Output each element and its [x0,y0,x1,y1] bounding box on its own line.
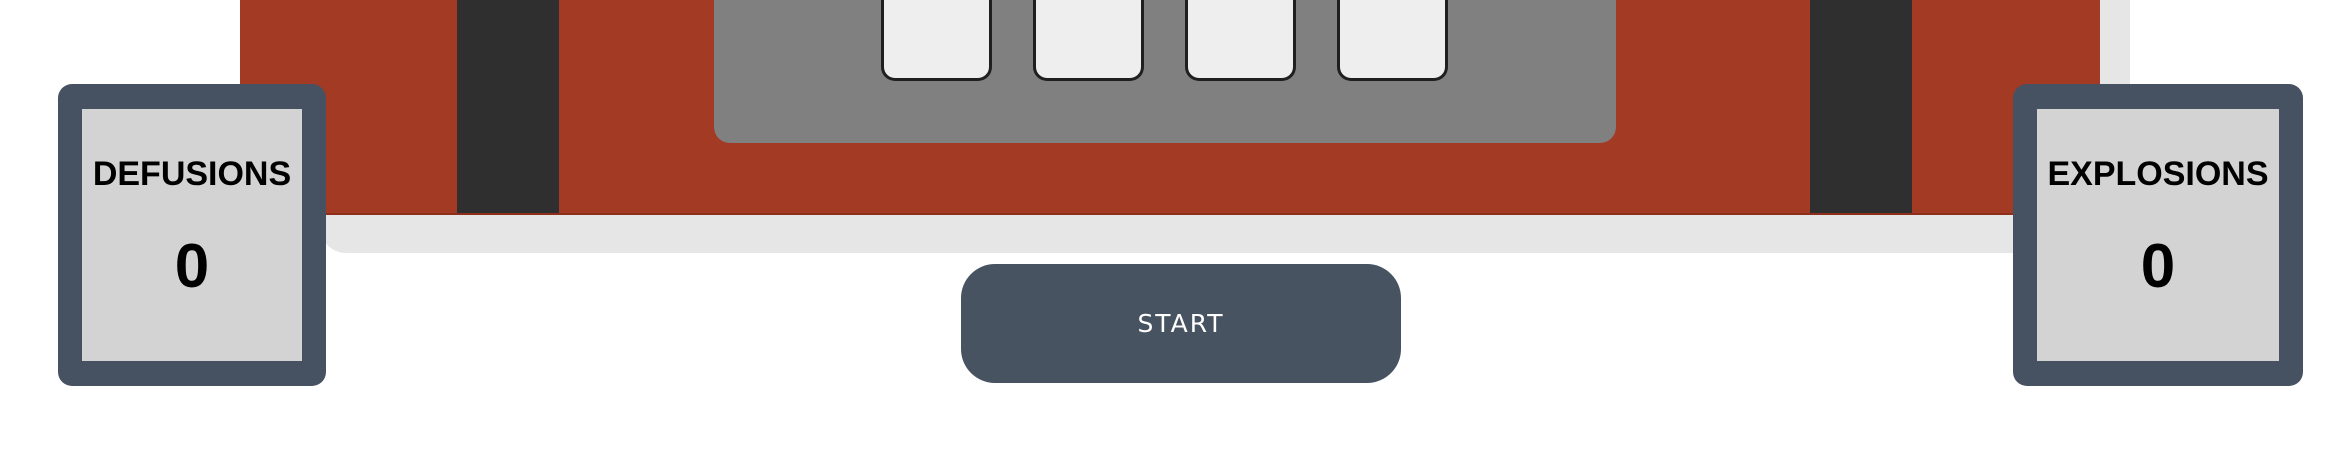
defusions-display: DEFUSIONS 0 [82,109,302,361]
defusions-panel: DEFUSIONS 0 [58,84,326,386]
keypad-key-2[interactable] [1033,0,1144,81]
explosions-panel: EXPLOSIONS 0 [2013,84,2303,386]
explosions-display: EXPLOSIONS 0 [2037,109,2279,361]
explosions-label: EXPLOSIONS [2047,155,2269,193]
keypad-key-3[interactable] [1185,0,1296,81]
game-stage: DEFUSIONS 0 EXPLOSIONS 0 START [0,0,2328,452]
explosions-count: 0 [2140,232,2176,301]
keypad-key-1[interactable] [881,0,992,81]
keypad-panel [714,0,1616,143]
bomb-strap-left [457,0,559,213]
start-button[interactable]: START [961,264,1401,383]
bomb-strap-right [1810,0,1912,213]
keypad-key-4[interactable] [1337,0,1448,81]
defusions-count: 0 [174,232,210,301]
defusions-label: DEFUSIONS [92,155,292,193]
